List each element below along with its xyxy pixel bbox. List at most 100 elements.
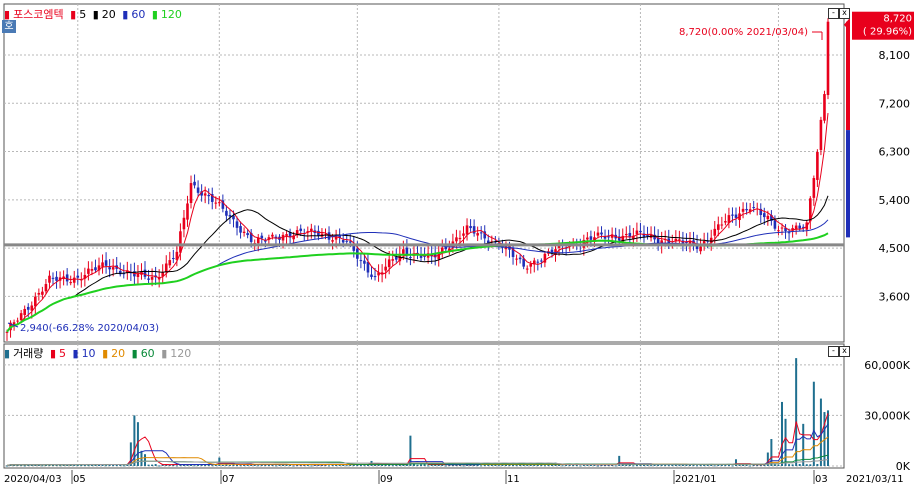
candle-body	[218, 202, 221, 204]
candle-body	[348, 241, 352, 243]
volume-bar	[328, 465, 331, 467]
volume-bar	[144, 454, 147, 466]
volume-bar	[543, 465, 546, 467]
volume-bar	[122, 465, 125, 467]
volume-bar	[444, 465, 447, 467]
candle-body	[812, 178, 816, 198]
candle-body	[724, 221, 727, 223]
candle-body	[455, 237, 458, 242]
candle-body	[235, 221, 239, 228]
stock-chart-window: 8,100 7,200 6,300 5,400 4,500 3,600 60,000K 30,…	[0, 0, 914, 485]
candle-body	[271, 234, 274, 237]
candle-body	[469, 226, 472, 229]
volume-bar	[381, 464, 384, 466]
volume-close-button[interactable]: x	[839, 346, 850, 357]
high-annotation: 8,720(0.00% 2021/03/04)	[679, 27, 808, 38]
candle-body	[384, 266, 387, 271]
volume-legend-title: 거래량	[13, 347, 44, 360]
volume-tick-label: 30,000K	[864, 409, 910, 422]
candle-body	[285, 234, 288, 236]
candle-body	[777, 230, 780, 232]
corner-label[interactable]: 호	[2, 20, 16, 33]
candle-body	[479, 232, 483, 234]
candle-body	[51, 277, 55, 279]
volume-minimize-button[interactable]: -	[828, 346, 839, 357]
volume-bar	[257, 465, 260, 467]
legend-vol-ma20: 20	[111, 347, 126, 360]
volume-bar	[363, 465, 366, 467]
volume-bar	[678, 465, 681, 467]
volume-bar	[795, 358, 798, 466]
x-tick-label: 2020/04/03	[4, 474, 62, 485]
volume-bar	[625, 464, 628, 466]
candle-body	[387, 259, 391, 268]
candle-body	[766, 215, 770, 220]
candle-body	[189, 183, 193, 203]
candle-body	[624, 233, 628, 236]
candle-body	[525, 268, 529, 270]
candle-body	[798, 225, 801, 229]
x-tick-label: 11	[507, 474, 520, 485]
candle-body	[359, 260, 363, 262]
candle-body	[440, 247, 444, 252]
candle-body	[101, 262, 104, 267]
candle-body	[394, 257, 398, 260]
candle-body	[373, 276, 377, 278]
candle-body	[720, 224, 724, 226]
candle-body	[586, 237, 589, 240]
candle-body	[589, 236, 593, 240]
price-tick-label: 7,200	[879, 97, 911, 110]
volume-bar	[703, 464, 706, 466]
candle-body	[203, 193, 207, 196]
price-range-bar-up	[846, 21, 850, 131]
candle-body	[699, 246, 702, 252]
candle-body	[607, 236, 610, 238]
candle-body	[87, 268, 90, 274]
candle-body	[402, 249, 405, 254]
volume-bar	[738, 464, 741, 466]
price-minimize-button[interactable]: -	[828, 8, 839, 19]
candle-body	[472, 226, 476, 234]
volume-bar	[777, 464, 780, 466]
candle-body	[780, 227, 784, 229]
legend-marker-icon: ▮	[122, 8, 129, 21]
volume-bar	[416, 464, 419, 466]
candle-body	[370, 274, 373, 277]
candle-body	[37, 292, 41, 295]
volume-bar	[788, 464, 791, 466]
candle-body	[186, 203, 189, 220]
legend-marker-icon: ▮	[151, 8, 158, 21]
candle-body	[462, 233, 465, 236]
volume-bar	[816, 463, 819, 466]
x-tick-label: 2021/03/11	[846, 474, 904, 485]
volume-bar	[345, 465, 348, 467]
volume-bar	[193, 465, 196, 467]
volume-bar	[784, 418, 787, 466]
candle-body	[136, 273, 140, 277]
candle-body	[19, 313, 23, 321]
legend-vol-ma5: 5	[59, 347, 66, 360]
price-close-button[interactable]: x	[839, 8, 850, 19]
candle-body	[193, 181, 196, 186]
candle-body	[48, 275, 51, 283]
volume-bar	[731, 465, 734, 467]
legend-vol-ma10: 10	[81, 347, 96, 360]
volume-bar	[310, 465, 313, 467]
volume-bar	[561, 465, 564, 467]
candle-body	[111, 267, 115, 270]
candle-body	[246, 233, 249, 236]
volume-bar	[596, 465, 599, 467]
legend-marker-icon: ▮	[161, 347, 168, 360]
candle-body	[299, 228, 303, 231]
volume-bar	[632, 465, 635, 467]
x-tick-label: 03	[815, 474, 828, 485]
volume-bar	[356, 464, 359, 466]
volume-bar	[791, 464, 794, 466]
candle-body	[55, 276, 58, 281]
legend-ma5: 5	[79, 8, 87, 21]
candle-body	[214, 202, 218, 204]
candle-body	[741, 208, 745, 212]
candle-body	[341, 239, 345, 243]
candle-body	[16, 320, 19, 322]
candle-body	[182, 217, 186, 230]
